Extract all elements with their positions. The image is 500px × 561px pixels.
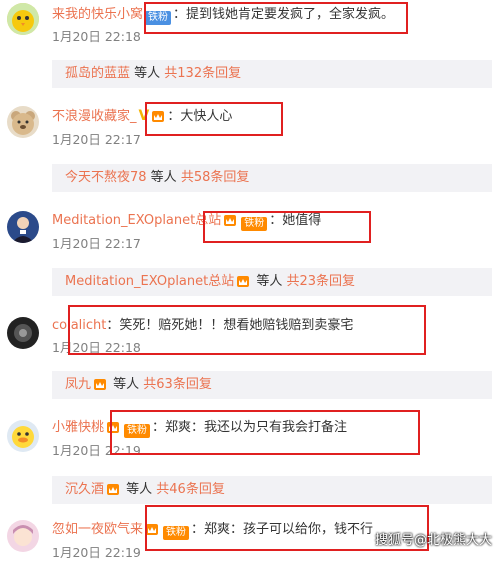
username[interactable]: 不浪漫收藏家_ [52,109,137,124]
reply-summary[interactable]: 今天不熬夜78 等人 共58条回复 [52,164,492,192]
comment-text: 她值得 [282,213,322,228]
comment-text: 郑爽：我还以为只有我会打备注 [165,420,348,435]
vip-crown-icon [94,379,107,390]
fan-badge: 铁粉 [163,526,190,540]
reply-summary[interactable]: Meditation_EXOplanet总站 等人 共23条回复 [52,268,492,296]
username[interactable]: 忽如一夜欧气来 [52,522,143,537]
yellow-bird-icon [7,3,39,35]
reply-count-link[interactable]: 共58条回复 [181,170,250,185]
reply-user[interactable]: 沉久酒 [65,482,104,497]
reply-user[interactable]: 今天不熬夜78 [65,170,147,185]
comment-date: 1月20日 22:19 [52,443,141,458]
verified-v-icon: V [138,108,150,124]
reply-count-link[interactable]: 共23条回复 [287,274,356,289]
bear-icon [7,106,39,138]
reply-count-link[interactable]: 共46条回复 [156,482,225,497]
comment-text: 提到钱她肯定要发疯了，全家发疯。 [186,7,395,22]
fan-badge: 铁粉 [241,217,268,231]
avatar[interactable] [7,317,39,349]
reply-user[interactable]: 孤岛的蓝蓝 [65,66,130,81]
reply-count-link[interactable]: 共132条回复 [164,66,241,81]
vip-crown-icon [107,422,120,433]
avatar[interactable] [7,520,39,552]
person-icon [7,211,39,243]
comment-text: 郑爽：孩子可以给你，钱不行 [204,522,374,537]
comment-date: 1月20日 22:18 [52,340,141,355]
reply-summary[interactable]: 凤九 等人 共63条回复 [52,371,492,399]
fan-badge: 铁粉 [145,11,172,25]
vip-crown-icon [146,524,159,535]
username[interactable]: 小雅快桃 [52,420,104,435]
vip-crown-icon [224,215,237,226]
anime-girl-icon [7,520,39,552]
reply-user[interactable]: Meditation_EXOplanet总站 [65,274,234,289]
comment-date: 1月20日 22:18 [52,29,141,44]
vip-crown-icon [152,111,165,122]
dark-icon [7,317,39,349]
avatar[interactable] [7,211,39,243]
watermark: 搜狐号@北极熊大大 [374,533,492,548]
avatar[interactable] [7,420,39,452]
username[interactable]: 来我的快乐小窝 [52,7,143,22]
duck-icon [7,420,39,452]
avatar[interactable] [7,106,39,138]
username[interactable]: colalicht [52,318,106,333]
vip-crown-icon [237,276,250,287]
comment-text: 大快人心 [180,109,233,124]
comment-date: 1月20日 22:19 [52,545,141,560]
comment-text: 笑死！赔死她！！想看她赔钱赔到卖豪宅 [119,318,354,333]
username[interactable]: Meditation_EXOplanet总站 [52,213,221,228]
reply-summary[interactable]: 孤岛的蓝蓝 等人 共132条回复 [52,60,492,88]
fan-badge: 铁粉 [124,424,151,438]
reply-user[interactable]: 凤九 [65,377,91,392]
reply-summary[interactable]: 沉久酒 等人 共46条回复 [52,476,492,504]
vip-crown-icon [107,484,120,495]
reply-count-link[interactable]: 共63条回复 [143,377,212,392]
comment-date: 1月20日 22:17 [52,132,141,147]
avatar[interactable] [7,3,39,35]
comment-date: 1月20日 22:17 [52,236,141,251]
